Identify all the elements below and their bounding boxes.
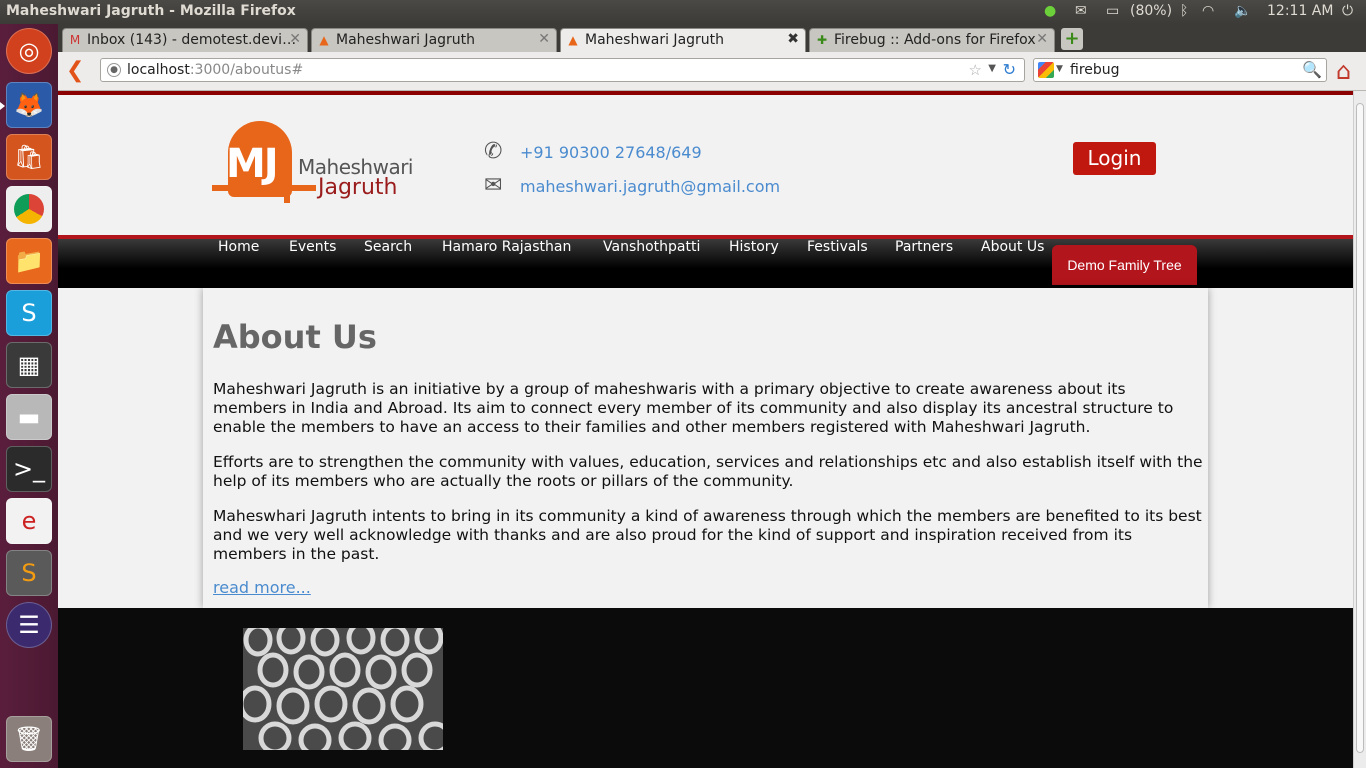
site-favicon: ▲: [319, 33, 329, 47]
pipes-photo-graphic: [243, 628, 443, 750]
nav-history[interactable]: History: [729, 239, 779, 288]
nav-vanshothpatti[interactable]: Vanshothpatti: [603, 239, 700, 288]
globe-icon: ●: [107, 63, 121, 77]
site-favicon: ▲: [568, 33, 578, 47]
workspace-switcher-icon[interactable]: ▦: [6, 342, 52, 388]
close-icon[interactable]: ✕: [538, 31, 550, 47]
eclipse-icon[interactable]: ☰: [6, 602, 52, 648]
browser-nav-bar: ❮ ● localhost:3000/aboutus# ☆ ▼ ↻ ▼ fire…: [58, 52, 1366, 91]
gmail-icon: M: [69, 33, 81, 47]
system-top-panel: Maheshwari Jagruth - Mozilla Firefox ● ✉…: [0, 0, 1366, 24]
logo-text-line2: Jagruth: [318, 175, 398, 200]
search-bar[interactable]: ▼ firebug 🔍: [1033, 58, 1327, 82]
site-header: MJ Maheshwari Jagruth ✆ +91 90300 27648/…: [58, 91, 1353, 239]
browser-tab-strip: M Inbox (143) - demotest.devi… ✕ ▲ Mahes…: [58, 24, 1366, 52]
login-button[interactable]: Login: [1073, 142, 1156, 175]
search-icon[interactable]: 🔍: [1302, 60, 1322, 79]
bluetooth-icon[interactable]: ᛒ: [1180, 3, 1188, 19]
document-viewer-icon[interactable]: e: [6, 498, 52, 544]
footer: [58, 608, 1353, 768]
search-input[interactable]: firebug: [1070, 62, 1120, 78]
scrollbar-thumb[interactable]: [1356, 103, 1364, 753]
google-icon[interactable]: [1038, 62, 1054, 78]
page-scrollbar[interactable]: [1353, 91, 1366, 768]
mail-icon[interactable]: ✉: [1075, 3, 1087, 19]
about-paragraph-1: Maheshwari Jagruth is an initiative by a…: [213, 380, 1174, 436]
files-icon[interactable]: 📁: [6, 238, 52, 284]
about-content: About Us Maheshwari Jagruth is an initia…: [203, 288, 1208, 608]
back-arrow-icon[interactable]: ❮: [66, 58, 84, 83]
new-tab-button[interactable]: +: [1061, 28, 1083, 50]
terminal-icon[interactable]: >_: [6, 446, 52, 492]
about-paragraph-3: Maheswhari Jagruth intents to bring in i…: [213, 507, 1202, 563]
page-title: About Us: [213, 318, 377, 356]
volume-icon[interactable]: 🔈: [1234, 3, 1251, 19]
window-title: Maheshwari Jagruth - Mozilla Firefox: [6, 3, 296, 19]
tab-inbox[interactable]: M Inbox (143) - demotest.devi… ✕: [62, 28, 308, 52]
battery-percent[interactable]: (80%): [1130, 3, 1172, 19]
power-icon[interactable]: ⏻: [1342, 3, 1353, 19]
main-nav: Home Events Search Hamaro Rajasthan Vans…: [58, 239, 1353, 288]
bookmark-star-icon[interactable]: ☆: [969, 61, 982, 79]
phone-icon: ✆: [484, 139, 503, 164]
logo-mark: MJ: [226, 141, 279, 187]
software-center-icon[interactable]: 🛍: [6, 134, 52, 180]
chrome-icon[interactable]: [6, 186, 52, 232]
url-bar[interactable]: ● localhost:3000/aboutus# ☆ ▼ ↻: [100, 58, 1025, 82]
nav-events[interactable]: Events: [289, 239, 336, 288]
disk-icon[interactable]: ▬: [6, 394, 52, 440]
tab-maheshwari-1[interactable]: ▲ Maheshwari Jagruth ✕: [311, 28, 557, 52]
page-viewport: MJ Maheshwari Jagruth ✆ +91 90300 27648/…: [58, 91, 1353, 768]
phone-number[interactable]: +91 90300 27648/649: [520, 143, 702, 162]
close-icon[interactable]: ✕: [289, 31, 301, 47]
skype-icon[interactable]: S: [6, 290, 52, 336]
nav-search[interactable]: Search: [364, 239, 412, 288]
clock[interactable]: 12:11 AM: [1267, 3, 1333, 19]
site-logo[interactable]: MJ Maheshwari Jagruth: [212, 119, 422, 207]
battery-icon[interactable]: ▭: [1106, 3, 1119, 19]
nav-festivals[interactable]: Festivals: [807, 239, 868, 288]
puzzle-icon: ✚: [816, 33, 828, 47]
nav-hamaro-rajasthan[interactable]: Hamaro Rajasthan: [442, 239, 571, 288]
nav-partners[interactable]: Partners: [895, 239, 953, 288]
unity-launcher: ◎ 🦊 🛍 📁 S ▦ ▬ >_ e S ☰ 🗑: [0, 24, 58, 768]
about-paragraph-2: Efforts are to strengthen the community …: [213, 453, 1203, 490]
firefox-icon[interactable]: 🦊: [0, 82, 52, 128]
tab-label: Inbox (143) - demotest.devi…: [87, 32, 297, 48]
wifi-icon[interactable]: ◠: [1202, 3, 1214, 19]
tab-label: Maheshwari Jagruth: [336, 32, 476, 48]
email-address[interactable]: maheshwari.jagruth@gmail.com: [520, 177, 780, 196]
pipes-photo[interactable]: [243, 628, 443, 750]
close-icon[interactable]: ✕: [1036, 31, 1048, 47]
close-icon[interactable]: ✖: [787, 31, 799, 47]
chat-status-icon[interactable]: ●: [1044, 3, 1056, 19]
tab-maheshwari-active[interactable]: ▲ Maheshwari Jagruth ✖: [560, 28, 806, 52]
reload-icon[interactable]: ↻: [1003, 60, 1016, 79]
tab-label: Maheshwari Jagruth: [585, 32, 725, 48]
engine-dropdown-icon[interactable]: ▼: [1056, 64, 1063, 74]
home-icon[interactable]: ⌂: [1336, 57, 1351, 85]
tab-label: Firebug :: Add-ons for Firefox: [834, 32, 1036, 48]
history-dropdown-icon[interactable]: ▼: [988, 63, 996, 74]
url-text[interactable]: localhost:3000/aboutus#: [127, 62, 303, 78]
tab-firebug[interactable]: ✚ Firebug :: Add-ons for Firefox ✕: [809, 28, 1055, 52]
nav-about-us[interactable]: About Us: [981, 239, 1044, 288]
nav-home[interactable]: Home: [218, 239, 259, 288]
dash-home-icon[interactable]: ◎: [6, 28, 52, 74]
nav-demo-family-tree[interactable]: Demo Family Tree: [1052, 245, 1197, 285]
logo-mark-leg: [284, 191, 290, 203]
envelope-icon: ✉: [484, 173, 503, 198]
read-more-link[interactable]: read more...: [213, 578, 311, 597]
sublime-text-icon[interactable]: S: [6, 550, 52, 596]
trash-icon[interactable]: 🗑: [6, 716, 52, 762]
